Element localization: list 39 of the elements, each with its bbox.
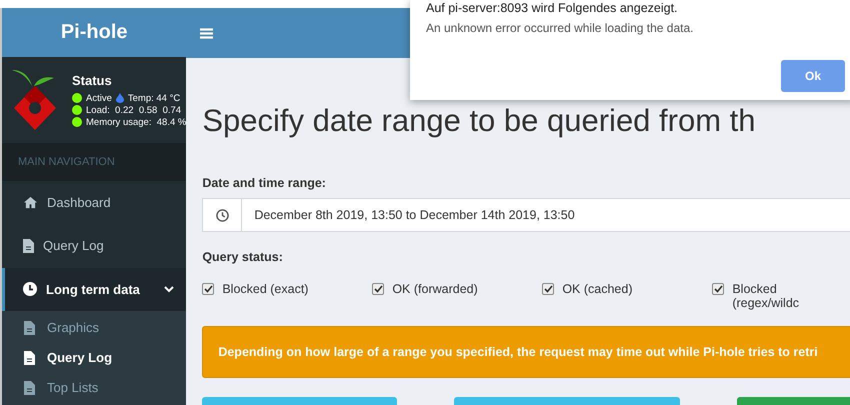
document-icon xyxy=(23,238,34,253)
page-heading: Specify date range to be queried from th xyxy=(202,103,756,139)
checkbox[interactable] xyxy=(542,283,554,295)
sidebar-item[interactable]: Long term data xyxy=(2,268,186,311)
checkbox-label[interactable]: Blocked (regex/wildc xyxy=(712,282,850,310)
nav-header: MAIN NAVIGATION xyxy=(2,143,186,181)
menu-icon[interactable] xyxy=(200,28,214,38)
checkbox-label[interactable]: OK (cached) xyxy=(542,282,712,310)
checkbox[interactable] xyxy=(712,283,724,295)
status-text: Memory usage: 48.4 % xyxy=(86,116,186,128)
query-status-label: Query status: xyxy=(202,250,284,264)
sidebar-subitem[interactable]: Query Log xyxy=(2,342,186,373)
sidebar-subitem[interactable]: Top Lists xyxy=(2,372,186,403)
document-icon xyxy=(24,350,35,365)
status-text: Active xyxy=(86,92,112,104)
app-title[interactable]: Pi-hole xyxy=(2,8,186,58)
date-range-label: Date and time range: xyxy=(202,176,327,190)
checkbox-label[interactable]: OK (forwarded) xyxy=(372,282,542,310)
checkbox[interactable] xyxy=(372,283,384,295)
warning-alert: Depending on how large of a range you specified, the request may time out while Pi-hole tries to retri xyxy=(202,326,850,378)
date-range-field[interactable]: December 8th 2019, 13:50 to December 14th 2019, 13:50 xyxy=(202,198,850,232)
temperature-text: Temp: 44 °C xyxy=(128,92,180,104)
status-dot-icon xyxy=(72,105,82,116)
sidebar-subitem[interactable]: Graphics xyxy=(2,312,186,343)
status-dot-icon xyxy=(72,117,82,128)
clock-icon xyxy=(216,208,229,222)
clock-icon xyxy=(23,282,37,296)
status-text: Load: 0.22 0.58 0.74 xyxy=(86,104,182,116)
checkbox[interactable] xyxy=(202,283,214,295)
dialog-title: Auf pi-server:8093 wird Folgendes angezeigt. xyxy=(426,1,679,15)
home-icon xyxy=(23,196,38,209)
document-icon xyxy=(24,380,35,395)
document-icon xyxy=(24,320,35,335)
sidebar-item[interactable]: Query Log xyxy=(2,224,186,268)
status-dot-icon xyxy=(72,93,82,104)
checkbox-label[interactable]: Blocked (exact) xyxy=(202,282,372,310)
status-title: Status xyxy=(72,72,113,88)
dialog-message: An unknown error occurred while loading the data. xyxy=(426,21,694,35)
sidebar-item[interactable]: Dashboard xyxy=(2,180,186,224)
